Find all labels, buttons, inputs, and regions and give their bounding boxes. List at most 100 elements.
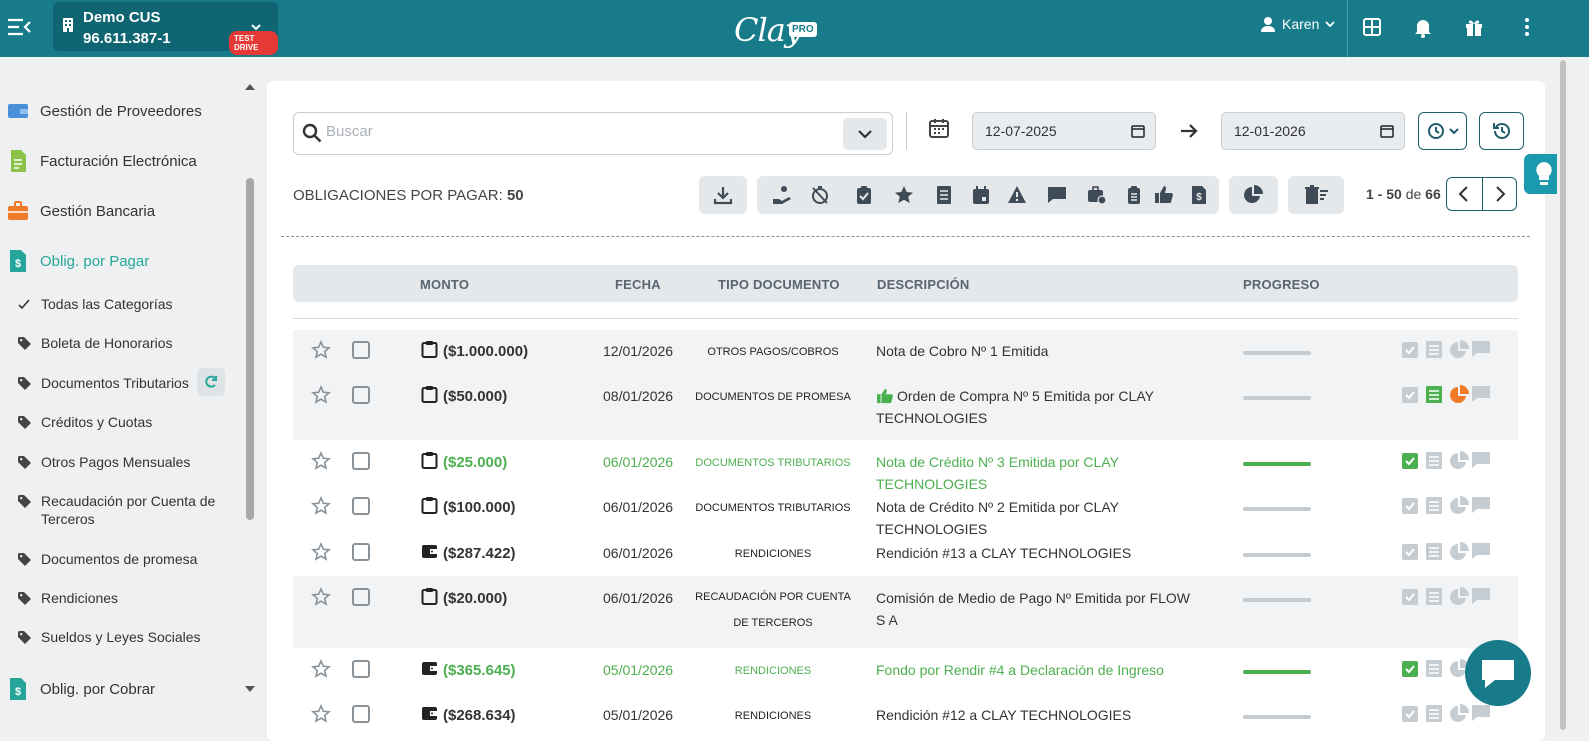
clipboard-list-icon[interactable] [1124, 185, 1144, 205]
star-outline-icon[interactable] [311, 704, 331, 724]
warning-icon[interactable] [1007, 185, 1027, 205]
grid-icon[interactable] [1361, 16, 1383, 38]
clipboard-check-icon[interactable] [1401, 385, 1419, 403]
row-description[interactable]: Rendición #13 a CLAY TECHNOLOGIES [876, 542, 1196, 564]
row-checkbox[interactable] [352, 341, 370, 359]
time-range-dropdown[interactable] [1418, 112, 1467, 150]
row-description[interactable]: Orden de Compra Nº 5 Emitida por CLAY TE… [876, 385, 1196, 429]
list-document-icon[interactable] [1425, 451, 1443, 469]
header-descripcion[interactable]: DESCRIPCIÓN [877, 277, 970, 292]
comment-icon[interactable] [1471, 451, 1491, 469]
calendar-icon[interactable] [1131, 124, 1145, 138]
comment-icon[interactable] [1047, 185, 1067, 205]
scroll-down-arrow[interactable] [245, 686, 255, 692]
header-progreso[interactable]: PROGRESO [1243, 277, 1320, 292]
row-description[interactable]: Fondo por Rendir #4 a Declaración de Ing… [876, 659, 1196, 681]
sidebar-category[interactable]: Recaudación por Cuenta de Terceros [18, 492, 228, 528]
table-row[interactable]: ($50.000) 08/01/2026 DOCUMENTOS DE PROME… [293, 374, 1518, 440]
sidebar-category[interactable]: Documentos de promesa [18, 550, 228, 568]
sidebar-category[interactable]: Otros Pagos Mensuales [18, 453, 228, 471]
sidebar-item-oblig-pagar[interactable]: $ Oblig. por Pagar [8, 250, 149, 272]
clipboard-check-icon[interactable] [1401, 659, 1419, 677]
list-document-icon[interactable] [1425, 385, 1443, 403]
row-checkbox[interactable] [352, 705, 370, 723]
clay-pro-logo[interactable]: Clay PRO [734, 8, 824, 52]
list-document-icon[interactable] [1425, 496, 1443, 514]
bell-icon[interactable] [1412, 16, 1434, 38]
pie-chart-icon[interactable] [1449, 704, 1469, 724]
star-icon[interactable] [894, 185, 914, 205]
pie-chart-icon[interactable] [1243, 185, 1263, 205]
table-row[interactable]: ($268.634) 05/01/2026 RENDICIONES Rendic… [293, 694, 1518, 740]
pie-chart-icon[interactable] [1449, 542, 1469, 562]
pie-chart-icon[interactable] [1449, 340, 1469, 360]
sidebar-scroll-thumb[interactable] [246, 178, 254, 520]
row-description[interactable]: Nota de Cobro Nº 1 Emitida [876, 340, 1196, 362]
star-outline-icon[interactable] [311, 496, 331, 516]
clipboard-check-icon[interactable] [1401, 587, 1419, 605]
sidebar-category[interactable]: Boleta de Honorarios [18, 334, 228, 352]
sidebar-item-bancaria[interactable]: Gestión Bancaria [8, 200, 155, 222]
sidebar-category[interactable]: Sueldos y Leyes Sociales [18, 628, 228, 646]
list-document-icon[interactable] [1425, 340, 1443, 358]
comment-icon[interactable] [1471, 704, 1491, 722]
menu-collapse-icon[interactable] [6, 14, 32, 40]
date-from-input[interactable]: 12-07-2025 [972, 112, 1156, 150]
file-dollar-icon[interactable]: $ [1189, 185, 1209, 205]
sidebar-item-facturacion[interactable]: Facturación Electrónica [8, 150, 197, 172]
comment-icon[interactable] [1471, 587, 1491, 605]
header-fecha[interactable]: FECHA [615, 277, 661, 292]
row-checkbox[interactable] [352, 452, 370, 470]
clipboard-check-icon[interactable] [1401, 704, 1419, 722]
table-row[interactable]: ($365.645) 05/01/2026 RENDICIONES Fondo … [293, 648, 1518, 694]
star-outline-icon[interactable] [311, 587, 331, 607]
page-scroll-thumb[interactable] [1560, 60, 1566, 730]
timer-off-icon[interactable] [810, 185, 830, 205]
star-outline-icon[interactable] [311, 542, 331, 562]
pie-chart-icon[interactable] [1449, 587, 1469, 607]
clipboard-check-icon[interactable] [1401, 451, 1419, 469]
list-document-icon[interactable] [934, 185, 954, 205]
sidebar-item-proveedores[interactable]: Gestión de Proveedores [8, 100, 202, 122]
sidebar-item-todas-categorias[interactable]: Todas las Categorías [18, 295, 228, 313]
calendar-icon[interactable] [1380, 124, 1394, 138]
sidebar-category[interactable]: Créditos y Cuotas [18, 413, 228, 431]
sidebar-item-oblig-cobrar[interactable]: $ Oblig. por Cobrar [8, 678, 155, 700]
chat-button[interactable] [1465, 640, 1531, 706]
user-menu[interactable]: Karen [1260, 16, 1335, 32]
row-checkbox[interactable] [352, 386, 370, 404]
list-document-icon[interactable] [1425, 659, 1443, 677]
row-checkbox[interactable] [352, 497, 370, 515]
search-filter-dropdown[interactable] [843, 118, 887, 150]
briefcase-clock-icon[interactable] [1087, 185, 1107, 205]
chevron-left-icon[interactable] [1447, 178, 1482, 210]
list-document-icon[interactable] [1425, 542, 1443, 560]
row-checkbox[interactable] [352, 543, 370, 561]
hand-money-icon[interactable] [772, 185, 792, 205]
download-icon[interactable] [713, 185, 733, 205]
clipboard-check-icon[interactable] [1401, 542, 1419, 560]
star-outline-icon[interactable] [311, 659, 331, 679]
row-description[interactable]: Comisión de Medio de Pago Nº Emitida por… [876, 587, 1196, 631]
chevron-right-icon[interactable] [1483, 178, 1517, 210]
clipboard-check-icon[interactable] [854, 185, 874, 205]
calendar-event-icon[interactable] [971, 185, 991, 205]
comment-icon[interactable] [1471, 385, 1491, 403]
clipboard-check-icon[interactable] [1401, 340, 1419, 358]
history-button[interactable] [1479, 112, 1524, 150]
list-document-icon[interactable] [1425, 704, 1443, 722]
pie-chart-icon[interactable] [1449, 451, 1469, 471]
header-monto[interactable]: MONTO [420, 277, 469, 292]
table-row[interactable]: ($1.000.000) 12/01/2026 OTROS PAGOS/COBR… [293, 330, 1518, 374]
comment-icon[interactable] [1471, 340, 1491, 358]
delete-sweep-icon[interactable] [1305, 185, 1329, 205]
refresh-button[interactable] [197, 368, 225, 396]
more-vertical-icon[interactable] [1516, 16, 1538, 38]
comment-icon[interactable] [1471, 496, 1491, 514]
row-description[interactable]: Rendición #12 a CLAY TECHNOLOGIES [876, 704, 1196, 726]
sidebar-category[interactable]: Rendiciones [18, 589, 228, 607]
pie-chart-icon[interactable] [1449, 385, 1469, 405]
row-checkbox[interactable] [352, 588, 370, 606]
table-row[interactable]: ($20.000) 06/01/2026 RECAUDACIÓN POR CUE… [293, 576, 1518, 648]
search-input[interactable] [326, 123, 826, 140]
